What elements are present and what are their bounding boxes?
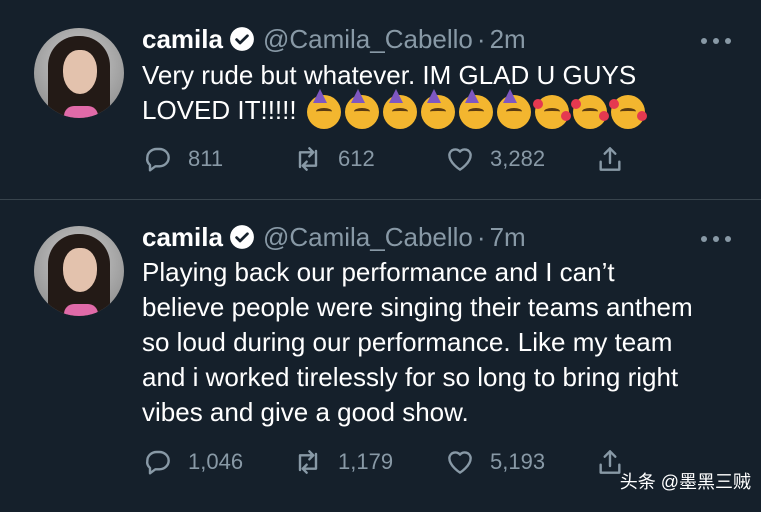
partying-face-emoji [496, 89, 531, 130]
like-button[interactable]: 3,282 [444, 142, 545, 176]
reply-icon [146, 450, 170, 475]
avatar-face [63, 248, 97, 292]
tweet-text: Playing back our performance and I can’t… [142, 257, 693, 427]
retweet-icon [298, 450, 318, 474]
reply-button[interactable]: 811 [142, 142, 223, 176]
share-button[interactable] [594, 142, 626, 176]
heart-icon [448, 148, 472, 171]
retweet-button[interactable]: 1,179 [292, 445, 393, 479]
tweet-header: camila @Camila_Cabello · 7m [142, 222, 526, 252]
avatar-shirt [64, 106, 98, 118]
smiling-face-with-hearts-emoji [532, 95, 571, 130]
retweet-count: 1,179 [338, 449, 394, 474]
partying-face-emoji [458, 89, 493, 130]
user-handle[interactable]: @Camila_Cabello [263, 222, 473, 253]
partying-face-emoji [306, 89, 341, 130]
avatar-shirt [64, 304, 98, 316]
retweet-icon [298, 147, 318, 171]
more-options-icon[interactable] [701, 224, 731, 254]
display-name[interactable]: camila [142, 222, 223, 253]
tweet-text: Very rude but whatever. IM GLAD U GUYS L… [142, 58, 742, 130]
reply-count: 1,046 [188, 449, 244, 474]
display-name[interactable]: camila [142, 24, 223, 55]
verified-badge-icon [230, 225, 254, 249]
reply-count: 811 [188, 146, 224, 171]
reply-button[interactable]: 1,046 [142, 445, 243, 479]
tweet-header: camila @Camila_Cabello · 2m [142, 24, 526, 54]
tweet-actions: 1,046 1,179 5,193 [142, 445, 642, 479]
smiling-face-with-hearts-emoji [570, 95, 609, 130]
avatar-face [63, 50, 97, 94]
tweet-actions: 811 612 3,282 [142, 142, 642, 176]
emoji-row [306, 89, 647, 130]
watermark: 头条 @墨黑三贼 [619, 472, 751, 492]
avatar[interactable] [34, 28, 124, 118]
retweet-count: 612 [338, 146, 375, 171]
heart-icon [448, 451, 472, 474]
tweet-1[interactable]: camila @Camila_Cabello · 2m Very rude bu… [0, 0, 761, 199]
timestamp[interactable]: 7m [490, 222, 526, 253]
more-options-icon[interactable] [701, 26, 731, 56]
user-handle[interactable]: @Camila_Cabello [263, 24, 473, 55]
separator: · [476, 23, 486, 54]
smiling-face-with-hearts-emoji [608, 95, 647, 130]
like-count: 3,282 [490, 146, 546, 171]
separator: · [476, 221, 486, 252]
partying-face-emoji [344, 89, 379, 130]
retweet-button[interactable]: 612 [292, 142, 375, 176]
timestamp[interactable]: 2m [490, 24, 526, 55]
like-button[interactable]: 5,193 [444, 445, 545, 479]
reply-icon [146, 147, 170, 172]
verified-badge-icon [230, 27, 254, 51]
partying-face-emoji [420, 89, 455, 130]
share-icon [599, 147, 621, 171]
like-count: 5,193 [490, 449, 546, 474]
avatar[interactable] [34, 226, 124, 316]
partying-face-emoji [382, 89, 417, 130]
tweet-2[interactable]: camila @Camila_Cabello · 7m Playing back… [0, 200, 761, 512]
